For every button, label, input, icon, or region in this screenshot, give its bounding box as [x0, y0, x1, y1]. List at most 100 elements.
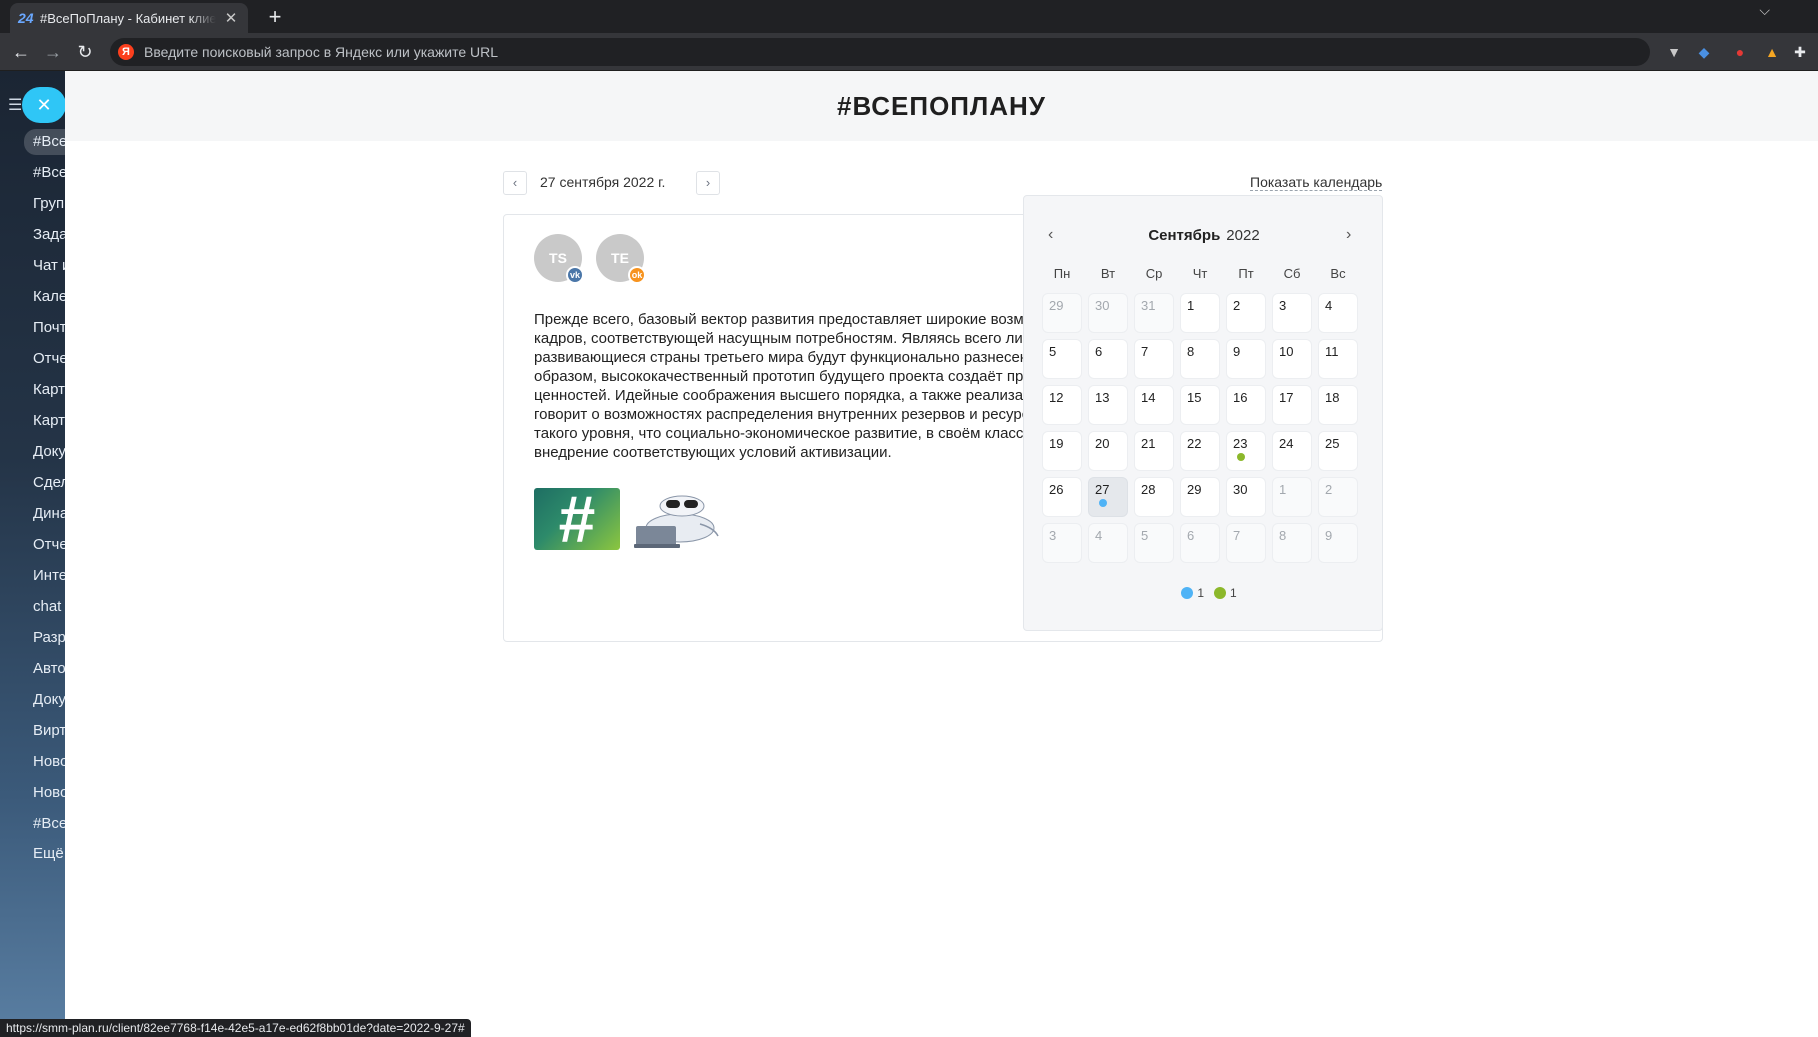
calendar-day[interactable]: 1 — [1180, 293, 1220, 333]
calendar-day-number: 9 — [1325, 528, 1333, 543]
calendar-day[interactable]: 12 — [1042, 385, 1082, 425]
sidebar-item[interactable]: Интеграции — [33, 567, 65, 584]
forward-button[interactable]: → — [40, 39, 66, 65]
sidebar-item[interactable]: Карточки — [33, 412, 65, 429]
calendar-day[interactable]: 1 — [1272, 477, 1312, 517]
calendar-day[interactable]: 22 — [1180, 431, 1220, 471]
calendar-day[interactable]: 20 — [1088, 431, 1128, 471]
calendar-day-number: 13 — [1095, 390, 1110, 405]
calendar-day[interactable]: 2 — [1318, 477, 1358, 517]
sidebar-item[interactable]: Динамика — [33, 505, 65, 522]
calendar-day[interactable]: 29 — [1042, 293, 1082, 333]
calendar-day[interactable]: 10 — [1272, 339, 1312, 379]
calendar-day[interactable]: 18 — [1318, 385, 1358, 425]
next-date-button[interactable]: › — [696, 171, 720, 195]
tab-list-chevron-icon[interactable]: ⌵ — [1759, 2, 1770, 19]
left-sidebar: ☰ ✕ #ВсеПоПлану #ВсеПоПлану Группы Задачи Ча… — [0, 71, 65, 1037]
prev-date-button[interactable]: ‹ — [503, 171, 527, 195]
calendar-day-number: 4 — [1325, 298, 1333, 313]
address-bar[interactable]: Я — [110, 38, 1650, 66]
post-image-robot[interactable] — [632, 488, 722, 552]
sidebar-item[interactable]: #ВсеПоПлану — [33, 815, 65, 832]
calendar-day[interactable]: 4 — [1318, 293, 1358, 333]
sidebar-item[interactable]: Автоматизация — [33, 660, 65, 677]
menu-icon[interactable]: ☰ — [8, 95, 22, 115]
sidebar-item[interactable]: chat — [33, 598, 65, 615]
calendar-day[interactable]: 13 — [1088, 385, 1128, 425]
calendar-day[interactable]: 9 — [1226, 339, 1266, 379]
sidebar-item[interactable]: Документы — [33, 691, 65, 708]
avatar-ok[interactable]: TE ok — [596, 234, 646, 284]
calendar-day-selected[interactable]: 27 — [1088, 477, 1128, 517]
tab-close-icon[interactable]: ✕ — [222, 9, 240, 27]
extensions-puzzle-icon[interactable]: ✚ — [1790, 42, 1810, 62]
post-image-hashtag[interactable]: # — [534, 486, 620, 552]
calendar-day[interactable]: 7 — [1134, 339, 1174, 379]
address-input[interactable] — [144, 44, 1544, 60]
calendar-day[interactable]: 26 — [1042, 477, 1082, 517]
avatar-vk[interactable]: TS vk — [534, 234, 584, 284]
calendar-next-month-button[interactable]: › — [1346, 226, 1351, 244]
show-calendar-link[interactable]: Показать календарь — [1250, 174, 1383, 191]
new-tab-button[interactable]: + — [260, 3, 290, 31]
sidebar-item[interactable]: Отчеты — [33, 536, 65, 553]
back-button[interactable]: ← — [8, 39, 34, 65]
calendar-day[interactable]: 28 — [1134, 477, 1174, 517]
browser-tab[interactable]: 24 #ВсеПоПлану - Кабинет клиента ✕ — [10, 3, 248, 33]
sidebar-item[interactable]: Новости — [33, 784, 65, 801]
sidebar-item[interactable]: #ВсеПоПлану — [33, 164, 65, 181]
sidebar-item[interactable]: Группы — [33, 195, 65, 212]
sidebar-item[interactable]: #ВсеПоПлану — [24, 129, 65, 155]
sidebar-item[interactable]: Отчеты — [33, 350, 65, 367]
sidebar-item[interactable]: Сделки — [33, 474, 65, 491]
odnoklassniki-icon: ok — [628, 266, 646, 284]
calendar-day[interactable]: 6 — [1180, 523, 1220, 563]
extension-record-icon[interactable]: ● — [1730, 42, 1750, 62]
reload-button[interactable]: ↻ — [72, 39, 98, 65]
calendar-day[interactable]: 9 — [1318, 523, 1358, 563]
calendar-day[interactable]: 6 — [1088, 339, 1128, 379]
extension-off-icon[interactable]: ▲ — [1762, 42, 1782, 62]
avatar-initials: TE — [611, 250, 629, 266]
sidebar-item[interactable]: Календарь — [33, 288, 65, 305]
calendar-day[interactable]: 7 — [1226, 523, 1266, 563]
extension-tag-icon[interactable]: ◆ — [1694, 42, 1714, 62]
calendar-day[interactable]: 25 — [1318, 431, 1358, 471]
calendar-day[interactable]: 5 — [1134, 523, 1174, 563]
sidebar-item[interactable]: Документы — [33, 443, 65, 460]
calendar-day[interactable]: 31 — [1134, 293, 1174, 333]
legend-dot-icon — [1181, 587, 1194, 599]
calendar-day[interactable]: 16 — [1226, 385, 1266, 425]
calendar-day[interactable]: 8 — [1272, 523, 1312, 563]
sidebar-item[interactable]: Почта — [33, 319, 65, 336]
sidebar-item[interactable]: Разработчикам — [33, 629, 65, 646]
calendar-day[interactable]: 3 — [1272, 293, 1312, 333]
calendar-day[interactable]: 4 — [1088, 523, 1128, 563]
calendar-day-number: 11 — [1325, 344, 1339, 359]
sidebar-item[interactable]: Чат и звонки — [33, 257, 65, 274]
sidebar-item[interactable]: Виртуальная — [33, 722, 65, 739]
calendar-day[interactable]: 11 — [1318, 339, 1358, 379]
close-slider-button[interactable]: ✕ — [22, 87, 65, 123]
sidebar-item[interactable]: Задачи — [33, 226, 65, 243]
calendar-day[interactable]: 14 — [1134, 385, 1174, 425]
calendar-day[interactable]: 21 — [1134, 431, 1174, 471]
post-text-line: развивающиеся страны третьего мира будут… — [534, 349, 1054, 366]
calendar-day[interactable]: 24 — [1272, 431, 1312, 471]
calendar-day[interactable]: 23 — [1226, 431, 1266, 471]
calendar-day[interactable]: 8 — [1180, 339, 1220, 379]
sidebar-item[interactable]: Карты — [33, 381, 65, 398]
calendar-day[interactable]: 19 — [1042, 431, 1082, 471]
extension-vpn-icon[interactable]: ▼ — [1664, 42, 1684, 62]
sidebar-item[interactable]: Ещё — [33, 845, 65, 862]
calendar-day[interactable]: 5 — [1042, 339, 1082, 379]
calendar-day[interactable]: 30 — [1088, 293, 1128, 333]
calendar-day[interactable]: 30 — [1226, 477, 1266, 517]
calendar-day[interactable]: 2 — [1226, 293, 1266, 333]
sidebar-item[interactable]: Новости — [33, 753, 65, 770]
calendar-day[interactable]: 3 — [1042, 523, 1082, 563]
calendar-day-number: 5 — [1141, 528, 1149, 543]
calendar-day[interactable]: 29 — [1180, 477, 1220, 517]
calendar-day[interactable]: 15 — [1180, 385, 1220, 425]
calendar-day[interactable]: 17 — [1272, 385, 1312, 425]
